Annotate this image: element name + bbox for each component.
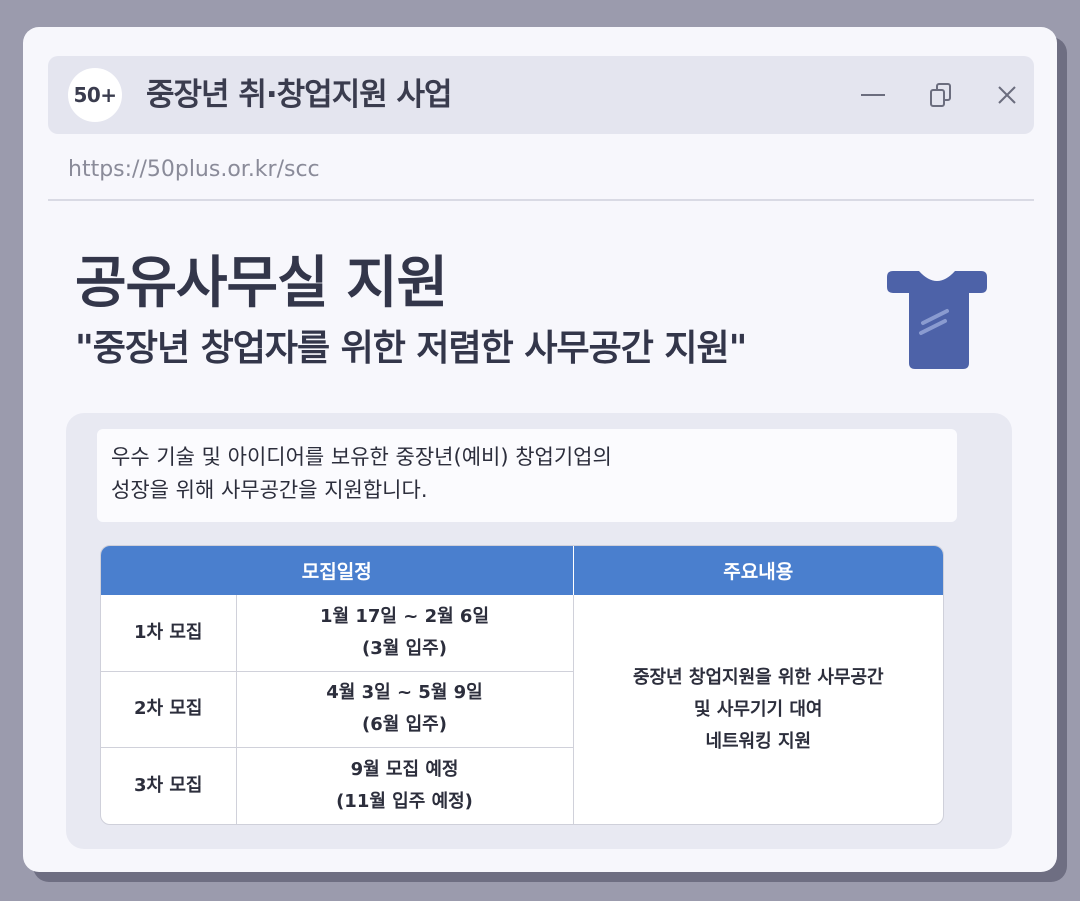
period-cell: 9월 모집 예정 (11월 입주 예정) [236, 747, 574, 824]
divider [48, 199, 1034, 201]
page-subtitle: "중장년 창업자를 위한 저렴한 사무공간 지원" [75, 328, 747, 369]
url-text[interactable]: https://50plus.or.kr/scc [68, 155, 320, 185]
copy-icon [930, 83, 951, 107]
move-in-text: (6월 입주) [362, 714, 447, 736]
period-cell: 4월 3일 ~ 5월 9일 (6월 입주) [236, 671, 574, 749]
round-cell: 2차 모집 [101, 671, 237, 749]
period-cell: 1월 17일 ~ 2월 6일 (3월 입주) [236, 595, 574, 672]
round-cell: 3차 모집 [101, 747, 237, 824]
content-cell: 중장년 창업지원을 위한 사무공간 및 사무기기 대여 네트워킹 지원 [573, 595, 943, 824]
intro-line-2: 성장을 위해 사무공간을 지원합니다. [111, 478, 428, 502]
period-text: 9월 모집 예정 [350, 759, 459, 781]
schedule-table: 모집일정 주요내용 1차 모집 1월 17일 ~ 2월 6일 (3월 입주) 중… [100, 545, 944, 825]
app-window: 50+ 중장년 취·창업지원 사업 https://50plus.or.kr/s… [23, 27, 1057, 872]
restore-button[interactable] [924, 78, 958, 112]
content-line: 중장년 창업지원을 위한 사무공간 [632, 666, 884, 688]
intro-box: 우수 기술 및 아이디어를 보유한 중장년(예비) 창업기업의 성장을 위해 사… [97, 429, 957, 522]
header-schedule: 모집일정 [101, 546, 574, 595]
page-title: 공유사무실 지원 [75, 251, 448, 316]
content-line: 네트워킹 지원 [705, 730, 812, 752]
table-row: 1차 모집 1월 17일 ~ 2월 6일 (3월 입주) 중장년 창업지원을 위… [101, 595, 943, 752]
minimize-icon [861, 94, 885, 96]
shirt-icon [887, 271, 987, 369]
minimize-button[interactable] [856, 78, 890, 112]
logo: 50+ [68, 68, 122, 122]
move-in-text: (3월 입주) [362, 637, 447, 659]
period-text: 1월 17일 ~ 2월 6일 [320, 605, 490, 627]
header-content: 주요내용 [573, 546, 943, 595]
close-button[interactable] [990, 78, 1024, 112]
title-bar: 50+ 중장년 취·창업지원 사업 [48, 56, 1034, 134]
move-in-text: (11월 입주 예정) [336, 791, 473, 813]
content-panel: 우수 기술 및 아이디어를 보유한 중장년(예비) 창업기업의 성장을 위해 사… [66, 413, 1012, 849]
close-icon [998, 86, 1016, 104]
intro-line-1: 우수 기술 및 아이디어를 보유한 중장년(예비) 창업기업의 [111, 445, 612, 469]
round-cell: 1차 모집 [101, 595, 237, 672]
content-line: 및 사무기기 대여 [694, 698, 823, 720]
period-text: 4월 3일 ~ 5월 9일 [326, 682, 483, 704]
window-title: 중장년 취·창업지원 사업 [146, 77, 453, 113]
